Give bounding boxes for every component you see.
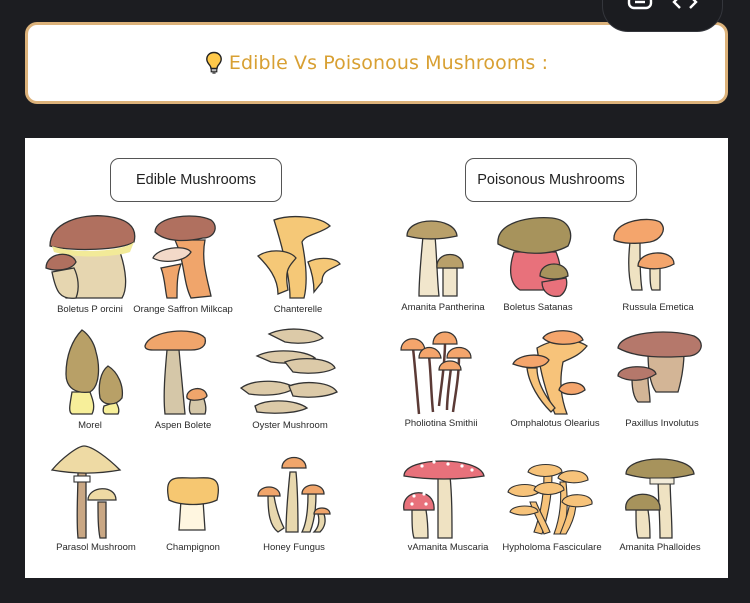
callout-title-box: Edible Vs Poisonous Mushrooms : (25, 22, 728, 104)
mushroom-label: Chanterelle (273, 304, 323, 315)
mushroom-item: Amanita Pantherina (388, 212, 498, 313)
amanita-pantherina-illustration (406, 220, 464, 297)
mushroom-item: Honey Fungus (239, 444, 349, 553)
morel-illustration (65, 329, 124, 415)
edible-heading: Edible Mushrooms (110, 158, 282, 202)
mushroom-item: Oyster Mushroom (235, 326, 345, 431)
pholiotina-smithii-illustration (400, 331, 472, 415)
link-icon (627, 0, 652, 10)
view-code-button[interactable] (671, 0, 699, 11)
mushroom-item: Paxillus Involutus (607, 326, 717, 429)
mushroom-label: Oyster Mushroom (252, 420, 328, 431)
boletus-satanas-illustration (497, 216, 572, 298)
honey-fungus-illustration (257, 456, 331, 533)
mushroom-item: Pholiotina Smithii (386, 326, 496, 429)
lightbulb-icon (206, 51, 222, 74)
russula-emetica-illustration (613, 218, 675, 291)
mushroom-item: Chanterelle (243, 212, 353, 315)
page: Edible Vs Poisonous Mushrooms : Edible M… (0, 0, 750, 603)
orange-saffron-milkcap-illustration (152, 215, 216, 299)
aspen-bolete-illustration (144, 330, 208, 415)
oyster-mushroom-illustration (239, 328, 338, 414)
mushroom-label: Amanita Phalloides (619, 542, 701, 553)
parasol-mushroom-illustration (50, 445, 122, 539)
mushroom-label: Orange Saffron Milkcap (133, 304, 233, 315)
mushroom-label: Boletus P orcini (57, 304, 123, 315)
mushroom-item: Boletus Satanas (483, 212, 593, 313)
mushroom-label: Boletus Satanas (503, 302, 573, 313)
code-icon (672, 0, 698, 9)
mushroom-label: Pholiotina Smithii (404, 418, 478, 429)
mushroom-item: Aspen Bolete (128, 326, 238, 431)
mushroom-item: Russula Emetica (603, 212, 713, 313)
mushroom-infographic: Edible Mushrooms Poisonous Mushrooms Bol… (25, 138, 728, 578)
mushroom-item: Hypholoma Fasciculare (497, 452, 607, 553)
copy-link-button[interactable] (626, 0, 654, 11)
amanita-phalloides-illustration (625, 458, 695, 539)
mushroom-label: Parasol Mushroom (56, 542, 136, 553)
mushroom-label: Omphalotus Olearius (510, 418, 600, 429)
chanterelle-illustration (256, 215, 341, 299)
paxillus-involutus-illustration (617, 331, 702, 403)
mushroom-label: Amanita Pantherina (401, 302, 485, 313)
callout-title-text: Edible Vs Poisonous Mushrooms : (228, 52, 549, 74)
mushroom-item: vAmanita Muscaria (393, 452, 503, 553)
mushroom-label: Champignon (166, 542, 220, 553)
mushroom-item: Champignon (138, 444, 248, 553)
mushroom-label: Hypholoma Fasciculare (502, 542, 602, 553)
champignon-illustration (167, 477, 219, 531)
hypholoma-fasciculare-illustration (507, 463, 593, 535)
mushroom-item: Amanita Phalloides (605, 452, 715, 553)
omphalotus-olearius-illustration (512, 330, 588, 415)
floating-toolbar (602, 0, 723, 32)
mushroom-item: Orange Saffron Milkcap (128, 212, 238, 315)
poisonous-heading: Poisonous Mushrooms (465, 158, 637, 202)
mushroom-label: Paxillus Involutus (625, 418, 699, 429)
mushroom-label: Honey Fungus (263, 542, 325, 553)
boletus-porcini-illustration (45, 215, 136, 299)
amanita-muscaria-illustration (403, 460, 485, 539)
mushroom-item: Omphalotus Olearius (500, 326, 610, 429)
mushroom-label: Morel (78, 420, 102, 431)
mushroom-label: Aspen Bolete (154, 420, 212, 431)
mushroom-item: Parasol Mushroom (41, 444, 151, 553)
mushroom-label: Russula Emetica (622, 302, 694, 313)
mushroom-label: vAmanita Muscaria (407, 542, 489, 553)
